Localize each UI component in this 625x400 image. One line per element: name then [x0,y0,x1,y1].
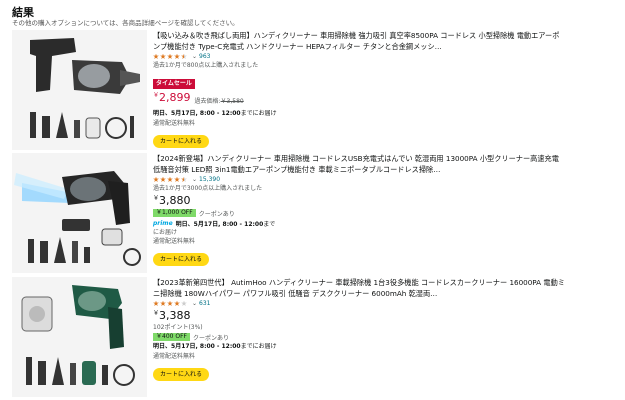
add-to-cart-button[interactable]: カートに入れる [153,135,210,148]
coupon-label: クーポンあり [193,334,230,342]
sold-count: 過去1か月で3000点以上購入されました [153,185,263,192]
coupon-badge[interactable]: ￥400 OFF [153,333,190,341]
add-to-cart-button[interactable]: カートに入れる [153,253,210,266]
product-title-link[interactable]: 【吸い込み＆吹き飛ばし両用】ハンディクリーナー 車用掃除機 強力吸引 真空率85… [153,30,565,52]
price: 3,880 [159,194,191,207]
delivery-info: prime 明日、 5月17日, 8:00 - 12:00 まで [153,219,276,228]
price: 2,899 [159,91,191,104]
product-image[interactable] [12,30,147,150]
star-empty-icon [181,300,187,306]
shipping-info: 通常配送料無料 [153,238,196,245]
star-icon [167,53,173,59]
reference-price: 過去価格:￥3,580 [194,98,244,105]
sold-count: 過去1か月で800点以上購入されました [153,62,259,69]
coupon-badge[interactable]: ￥1,000 OFF [153,209,196,217]
review-count-link[interactable]: 963 [199,53,210,60]
price-block[interactable]: ￥ 2,899 過去価格:￥3,580 [153,91,565,109]
delivery-info: 明日、5月17日, 8:00 - 12:00までにお届け [153,110,277,117]
star-rating[interactable] [153,53,188,60]
shipping-info: 通常配送料無料 [153,353,196,360]
star-icon [153,300,159,306]
review-count-link[interactable]: 15,390 [199,176,220,183]
star-icon [153,53,159,59]
prime-icon: prime [153,219,173,227]
star-icon [160,176,166,182]
star-rating[interactable] [153,176,188,183]
rating-row[interactable]: ⌄ 15,390 [153,175,565,184]
chevron-down-icon[interactable]: ⌄ [192,176,197,183]
star-half-icon [181,53,187,59]
deal-badge: タイムセール [153,79,195,89]
product-card: 【吸い込み＆吹き飛ばし両用】ハンディクリーナー 車用掃除機 強力吸引 真空率85… [12,30,618,150]
price-block[interactable]: ￥ 3,388 [153,309,565,323]
star-icon [153,176,159,182]
rating-row[interactable]: ⌄ 631 [153,299,565,308]
product-image[interactable] [12,277,147,397]
star-icon [160,300,166,306]
star-icon [174,300,180,306]
star-icon [174,176,180,182]
star-icon [160,53,166,59]
product-title-link[interactable]: 【2024新登場】ハンディクリーナー 車用掃除機 コードレスUSB充電式はんでい… [153,153,565,175]
results-subtitle: その他の購入オプションについては、各商品詳細ページを確認してください。 [12,19,239,27]
coupon-row[interactable]: ￥1,000 OFF クーポンあり [153,208,565,218]
points-info: 102ポイント(3%) [153,324,203,331]
delivery-info: 明日、5月17日, 8:00 - 12:00までにお届け [153,343,277,350]
review-count-link[interactable]: 631 [199,300,210,307]
star-half-icon [181,176,187,182]
product-image[interactable] [12,153,147,273]
chevron-down-icon[interactable]: ⌄ [192,53,197,60]
chevron-down-icon[interactable]: ⌄ [192,300,197,307]
coupon-label: クーポンあり [198,210,235,218]
star-icon [174,53,180,59]
delivery-info-cont: にお届け [153,229,178,236]
rating-row[interactable]: ⌄ 963 [153,52,565,61]
coupon-row[interactable]: ￥400 OFF クーポンあり [153,332,565,342]
product-card: 【2024新登場】ハンディクリーナー 車用掃除機 コードレスUSB充電式はんでい… [12,153,618,273]
product-card: 【2023革新第四世代】 AutimHoo ハンディクリーナー 車載掃除機 1台… [12,277,618,397]
star-icon [167,300,173,306]
product-title-link[interactable]: 【2023革新第四世代】 AutimHoo ハンディクリーナー 車載掃除機 1台… [153,277,565,299]
add-to-cart-button[interactable]: カートに入れる [153,368,210,381]
star-icon [167,176,173,182]
shipping-info: 通常配送料無料 [153,120,196,127]
star-rating[interactable] [153,300,188,307]
price-block[interactable]: ￥ 3,880 [153,194,565,208]
price: 3,388 [159,309,191,322]
